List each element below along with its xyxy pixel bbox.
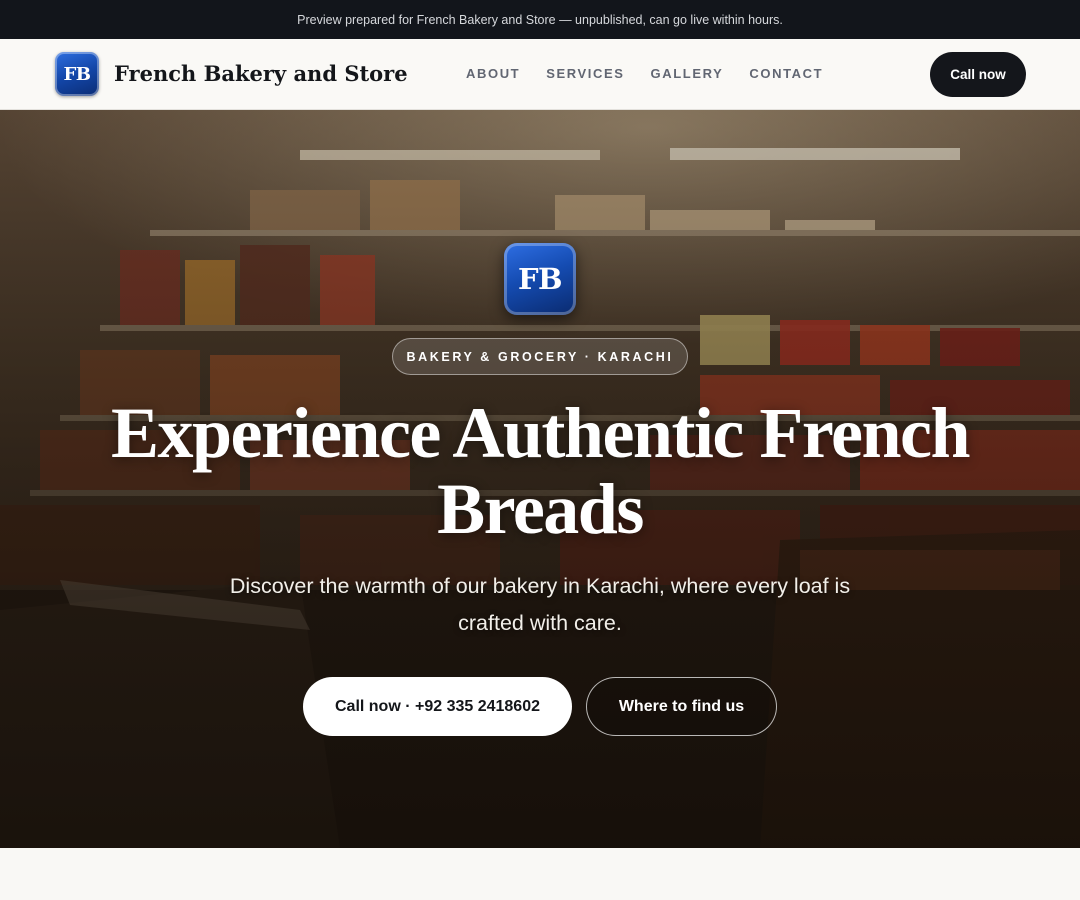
hero-logo-badge: FB	[504, 243, 576, 315]
logo-badge[interactable]: FB	[55, 52, 99, 96]
nav-link-gallery[interactable]: GALLERY	[651, 66, 724, 81]
announcement-text: Preview prepared for French Bakery and S…	[297, 12, 783, 27]
main-nav: ABOUT SERVICES GALLERY CONTACT	[466, 66, 823, 81]
nav-link-services[interactable]: SERVICES	[546, 66, 624, 81]
call-now-button[interactable]: Call now	[930, 52, 1026, 97]
hero-title: Experience Authentic French Breads	[110, 393, 971, 549]
nav-link-about[interactable]: ABOUT	[466, 66, 520, 81]
category-pill: BAKERY & GROCERY · KARACHI	[392, 338, 688, 375]
logo-initials: FB	[63, 63, 92, 85]
announcement-bar: Preview prepared for French Bakery and S…	[0, 0, 1080, 39]
call-phone-button[interactable]: Call now · +92 335 2418602	[303, 677, 572, 736]
brand-name[interactable]: French Bakery and Store	[114, 61, 408, 86]
nav-link-contact[interactable]: CONTACT	[749, 66, 823, 81]
hero-subtitle: Discover the warmth of our bakery in Kar…	[229, 574, 851, 635]
site-header: FB French Bakery and Store ABOUT SERVICE…	[0, 39, 1080, 110]
next-section	[0, 848, 1080, 900]
hero-section: FB BAKERY & GROCERY · KARACHI Experience…	[0, 110, 1080, 848]
find-us-button[interactable]: Where to find us	[586, 677, 777, 736]
hero-logo-initials: FB	[517, 262, 563, 296]
